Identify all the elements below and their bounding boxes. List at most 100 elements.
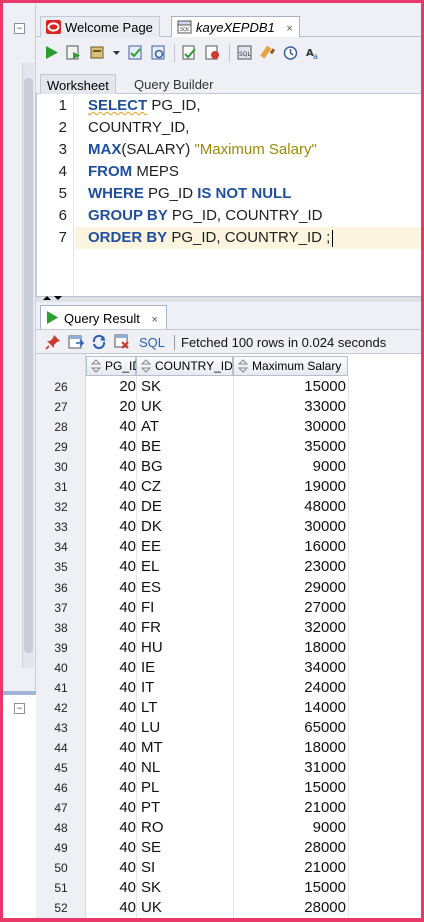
cell-country-id[interactable]: MT (141, 738, 231, 758)
table-row[interactable]: 28 40 AT 30000 (36, 417, 421, 437)
cell-maximum-salary[interactable]: 14000 (234, 698, 346, 718)
cell-pg-id[interactable]: 40 (86, 738, 136, 758)
sort-icon[interactable] (237, 359, 249, 373)
cell-pg-id[interactable]: 40 (86, 618, 136, 638)
table-row[interactable]: 42 40 LT 14000 (36, 698, 421, 718)
cell-country-id[interactable]: FI (141, 598, 231, 618)
cell-pg-id[interactable]: 40 (86, 537, 136, 557)
table-row[interactable]: 46 40 PL 15000 (36, 778, 421, 798)
sort-icon[interactable] (90, 359, 102, 373)
tab-query-builder[interactable]: Query Builder (128, 74, 219, 94)
cell-maximum-salary[interactable]: 15000 (234, 778, 346, 798)
cell-maximum-salary[interactable]: 15000 (234, 878, 346, 898)
sql-editor[interactable]: 1 2 3 4 5 6 7 SELECT PG_ID, COUNTRY_ID, … (36, 94, 421, 296)
table-row[interactable]: 37 40 FI 27000 (36, 598, 421, 618)
cell-maximum-salary[interactable]: 28000 (234, 838, 346, 858)
rollback-icon[interactable] (151, 45, 166, 60)
table-row[interactable]: 48 40 RO 9000 (36, 818, 421, 838)
cell-maximum-salary[interactable]: 16000 (234, 537, 346, 557)
cell-pg-id[interactable]: 40 (86, 658, 136, 678)
cell-maximum-salary[interactable]: 9000 (234, 818, 346, 838)
table-row[interactable]: 26 20 SK 15000 (36, 377, 421, 397)
cell-country-id[interactable]: PT (141, 798, 231, 818)
tab-welcome-page[interactable]: Welcome Page (40, 16, 160, 37)
cell-maximum-salary[interactable]: 28000 (234, 898, 346, 918)
table-row[interactable]: 52 40 UK 28000 (36, 898, 421, 918)
table-row[interactable]: 33 40 DK 30000 (36, 517, 421, 537)
cell-maximum-salary[interactable]: 9000 (234, 457, 346, 477)
table-row[interactable]: 32 40 DE 48000 (36, 497, 421, 517)
pin-icon[interactable] (45, 334, 61, 350)
close-icon[interactable]: × (152, 314, 158, 326)
table-row[interactable]: 43 40 LU 65000 (36, 718, 421, 738)
table-row[interactable]: 39 40 HU 18000 (36, 638, 421, 658)
cell-country-id[interactable]: EL (141, 557, 231, 577)
cell-country-id[interactable]: DE (141, 497, 231, 517)
refresh-icon[interactable] (91, 334, 107, 350)
cell-pg-id[interactable]: 40 (86, 437, 136, 457)
cell-country-id[interactable]: RO (141, 818, 231, 838)
cell-country-id[interactable]: SI (141, 858, 231, 878)
cell-pg-id[interactable]: 40 (86, 638, 136, 658)
cell-maximum-salary[interactable]: 33000 (234, 397, 346, 417)
sort-icon[interactable] (140, 359, 152, 373)
cell-pg-id[interactable]: 40 (86, 698, 136, 718)
collapse-panel-button[interactable]: − (14, 23, 25, 34)
cell-maximum-salary[interactable]: 15000 (234, 377, 346, 397)
history-icon[interactable] (283, 45, 298, 60)
cell-maximum-salary[interactable]: 65000 (234, 718, 346, 738)
splitter-arrows-icon[interactable] (42, 295, 64, 301)
cell-pg-id[interactable]: 40 (86, 858, 136, 878)
cell-maximum-salary[interactable]: 31000 (234, 758, 346, 778)
cell-pg-id[interactable]: 40 (86, 598, 136, 618)
cell-maximum-salary[interactable]: 32000 (234, 618, 346, 638)
cell-country-id[interactable]: LU (141, 718, 231, 738)
cell-pg-id[interactable]: 40 (86, 838, 136, 858)
export-icon[interactable] (68, 334, 84, 350)
table-row[interactable]: 50 40 SI 21000 (36, 858, 421, 878)
commit-icon[interactable] (128, 45, 143, 60)
cell-maximum-salary[interactable]: 18000 (234, 738, 346, 758)
cell-pg-id[interactable]: 40 (86, 578, 136, 598)
cell-maximum-salary[interactable]: 24000 (234, 678, 346, 698)
table-row[interactable]: 45 40 NL 31000 (36, 758, 421, 778)
cell-pg-id[interactable]: 40 (86, 798, 136, 818)
table-row[interactable]: 29 40 BE 35000 (36, 437, 421, 457)
cell-maximum-salary[interactable]: 48000 (234, 497, 346, 517)
cell-pg-id[interactable]: 20 (86, 377, 136, 397)
cell-pg-id[interactable]: 20 (86, 397, 136, 417)
cell-country-id[interactable]: PL (141, 778, 231, 798)
table-row[interactable]: 27 20 UK 33000 (36, 397, 421, 417)
dropdown-icon[interactable] (112, 45, 121, 60)
clear-icon[interactable] (260, 45, 275, 60)
autotrace-icon[interactable] (90, 45, 105, 60)
cell-country-id[interactable]: ES (141, 578, 231, 598)
cell-maximum-salary[interactable]: 30000 (234, 517, 346, 537)
view-sql-link[interactable]: SQL (139, 335, 165, 350)
explain-plan-icon[interactable] (182, 45, 197, 60)
table-row[interactable]: 49 40 SE 28000 (36, 838, 421, 858)
sql-tuning-icon[interactable]: SQL (237, 45, 252, 60)
cell-country-id[interactable]: NL (141, 758, 231, 778)
cell-country-id[interactable]: EE (141, 537, 231, 557)
cell-pg-id[interactable]: 40 (86, 497, 136, 517)
cell-country-id[interactable]: FR (141, 618, 231, 638)
cell-maximum-salary[interactable]: 21000 (234, 858, 346, 878)
table-row[interactable]: 31 40 CZ 19000 (36, 477, 421, 497)
cell-country-id[interactable]: BE (141, 437, 231, 457)
cell-country-id[interactable]: LT (141, 698, 231, 718)
cell-maximum-salary[interactable]: 34000 (234, 658, 346, 678)
column-header-country-id[interactable]: COUNTRY_ID (136, 356, 233, 376)
collapse-lower-panel-button[interactable]: − (14, 703, 25, 714)
cell-pg-id[interactable]: 40 (86, 778, 136, 798)
cell-country-id[interactable]: UK (141, 397, 231, 417)
close-icon[interactable]: × (286, 23, 292, 35)
cell-maximum-salary[interactable]: 23000 (234, 557, 346, 577)
cell-pg-id[interactable]: 40 (86, 417, 136, 437)
cell-country-id[interactable]: SK (141, 878, 231, 898)
editor-results-splitter[interactable] (36, 296, 421, 302)
cell-country-id[interactable]: HU (141, 638, 231, 658)
cell-pg-id[interactable]: 40 (86, 818, 136, 838)
cancel-icon[interactable] (205, 45, 220, 60)
cell-pg-id[interactable]: 40 (86, 517, 136, 537)
